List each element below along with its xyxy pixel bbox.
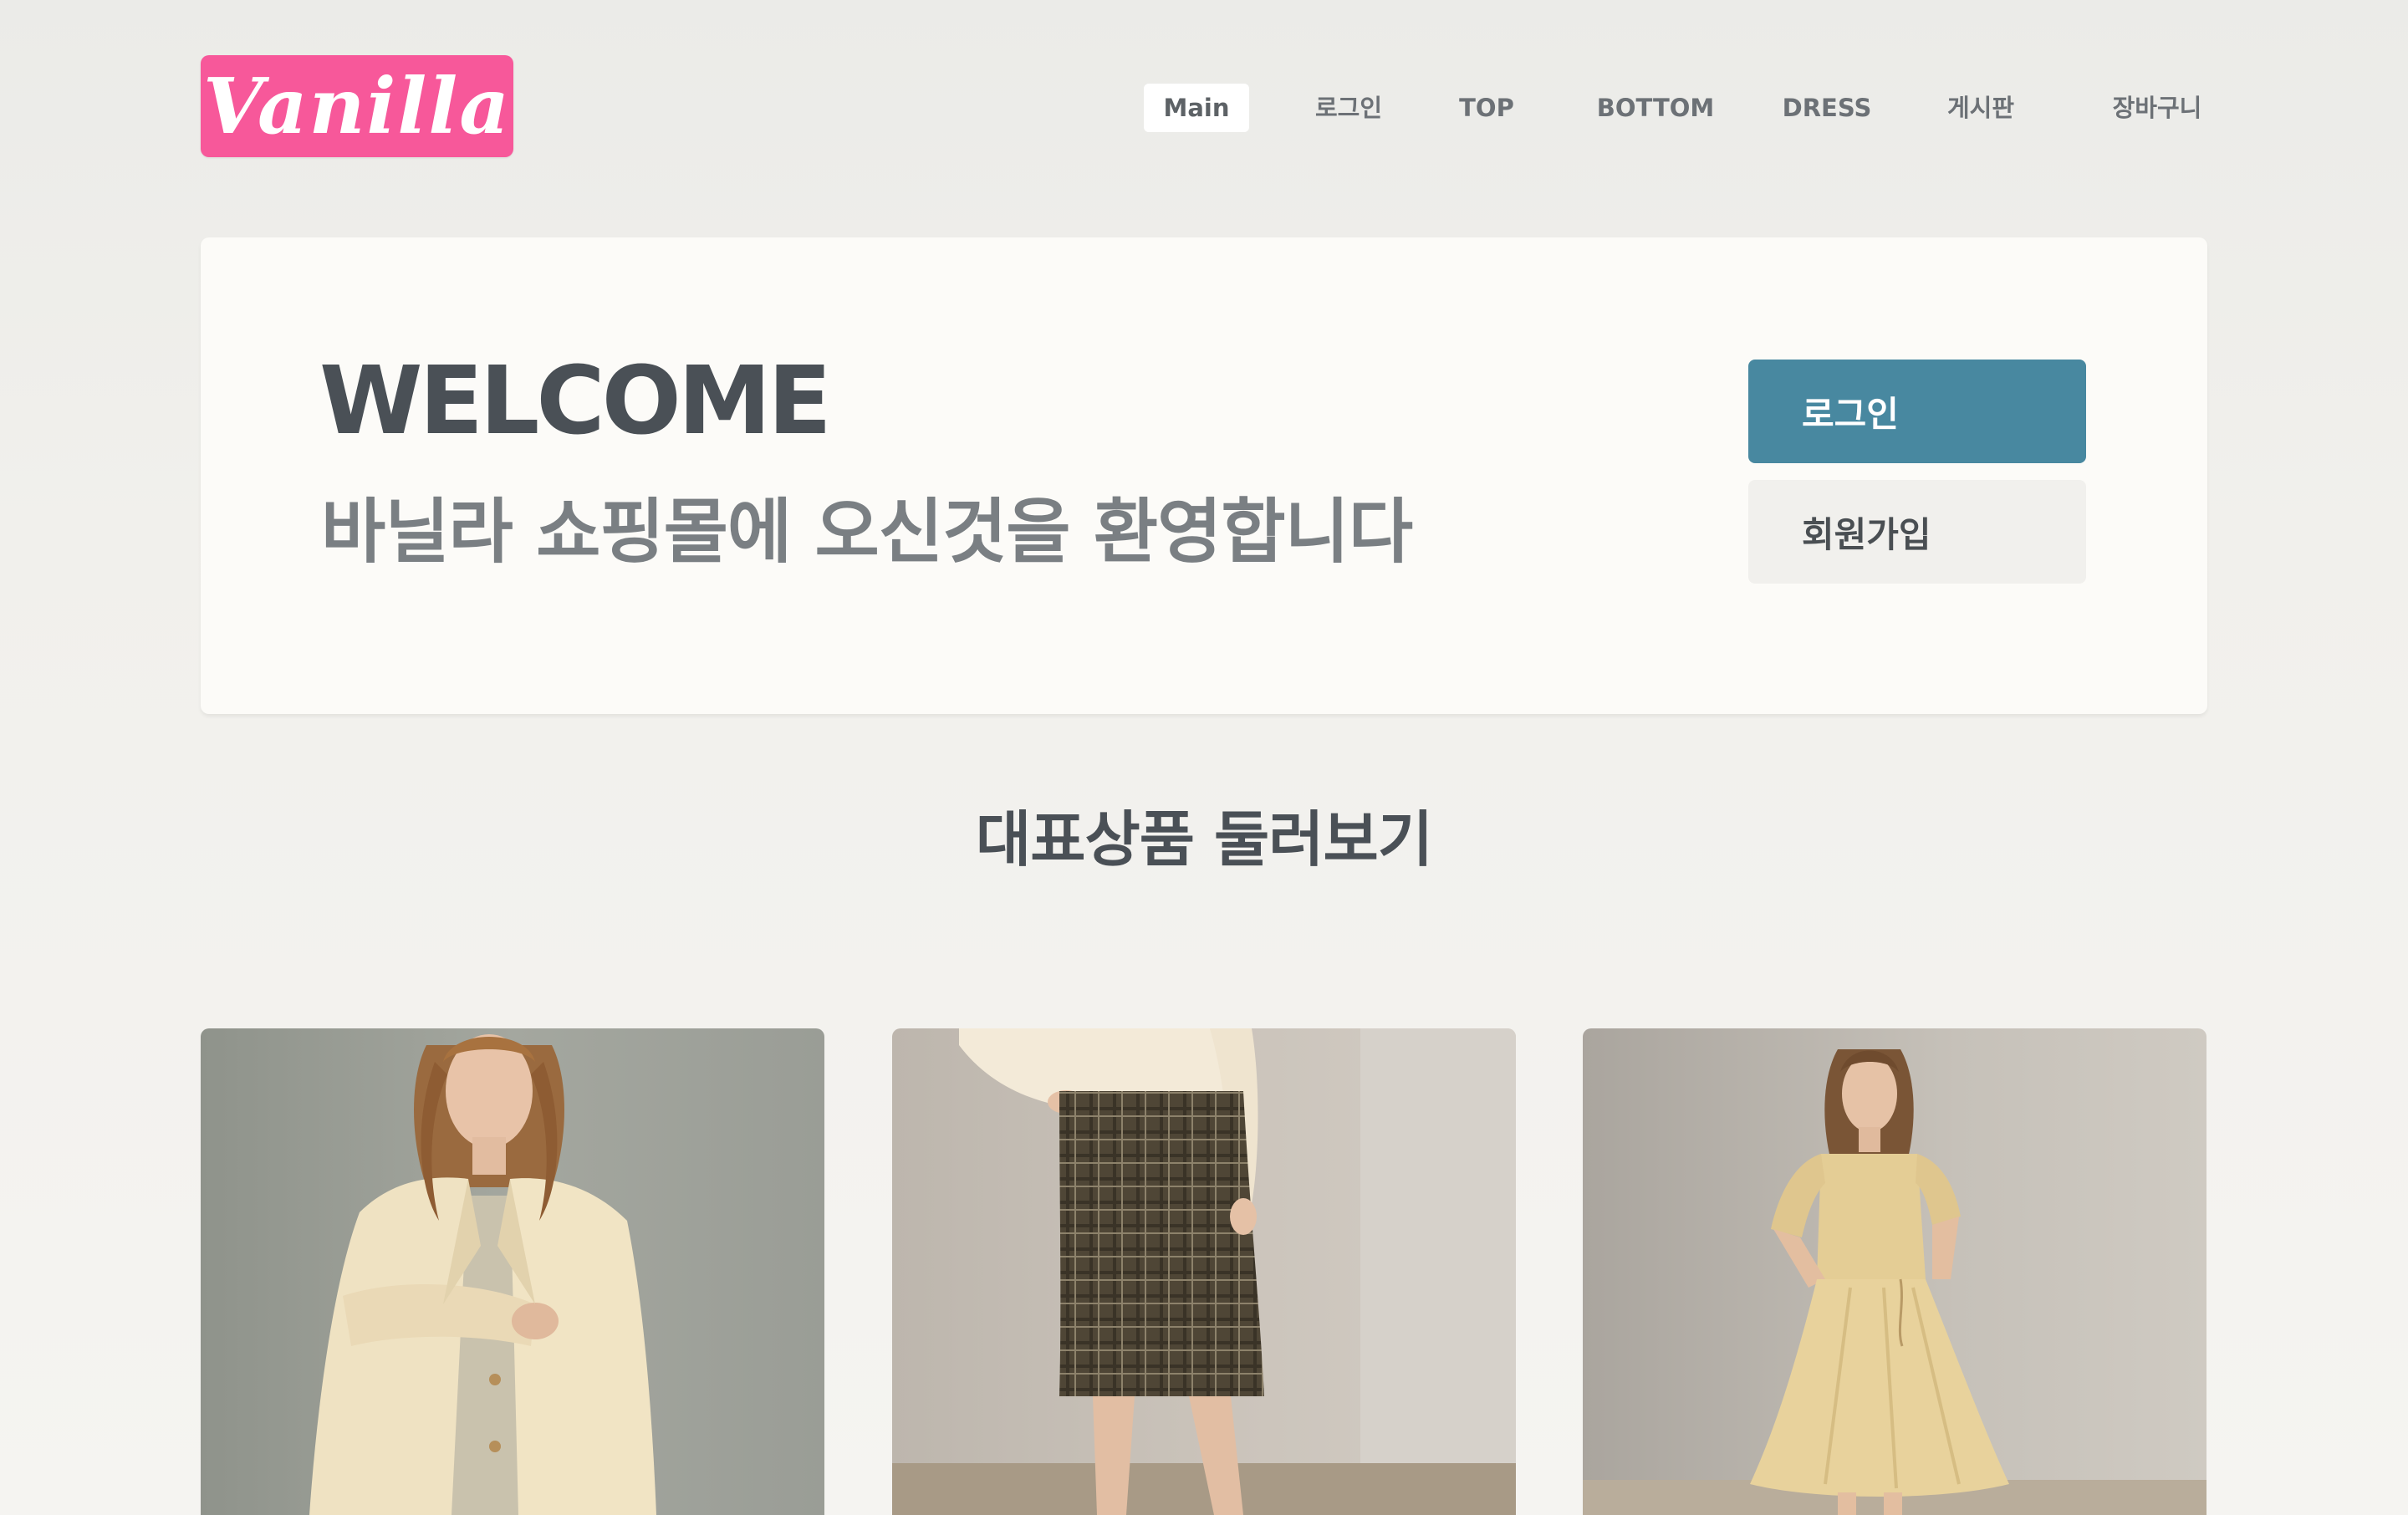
nav-item-dress[interactable]: DRESS [1773, 84, 1881, 132]
signup-button[interactable]: 회원가입 [1748, 480, 2086, 584]
vanilla-logo[interactable]: Vanilla [201, 55, 513, 157]
logo-text: Vanilla [203, 61, 511, 151]
product-card-3[interactable] [1583, 1028, 2206, 1515]
welcome-subtitle: 바닐라 쇼핑몰에 오신것을 환영합니다 [321, 491, 1413, 573]
nav-item-board[interactable]: 게시판 [1926, 84, 2035, 132]
nav-item-main[interactable]: Main [1144, 84, 1249, 132]
blazer-model-photo [201, 1028, 824, 1515]
nav-item-login[interactable]: 로그인 [1294, 84, 1403, 132]
nav-item-top[interactable]: TOP [1445, 84, 1528, 132]
plaid-skirt-model-photo [892, 1028, 1516, 1515]
product-card-1[interactable] [201, 1028, 824, 1515]
product-card-2[interactable] [892, 1028, 1516, 1515]
nav-item-bottom[interactable]: BOTTOM [1580, 84, 1731, 132]
featured-products-title: 대표상품 둘러보기 [976, 804, 1433, 875]
login-button[interactable]: 로그인 [1748, 360, 2086, 463]
welcome-title: WELCOME [319, 347, 832, 456]
nav-item-cart[interactable]: 장바구니 [2082, 84, 2232, 132]
welcome-card: WELCOME 바닐라 쇼핑몰에 오신것을 환영합니다 로그인 회원가입 [201, 237, 2207, 714]
beige-dress-model-photo [1583, 1028, 2206, 1515]
